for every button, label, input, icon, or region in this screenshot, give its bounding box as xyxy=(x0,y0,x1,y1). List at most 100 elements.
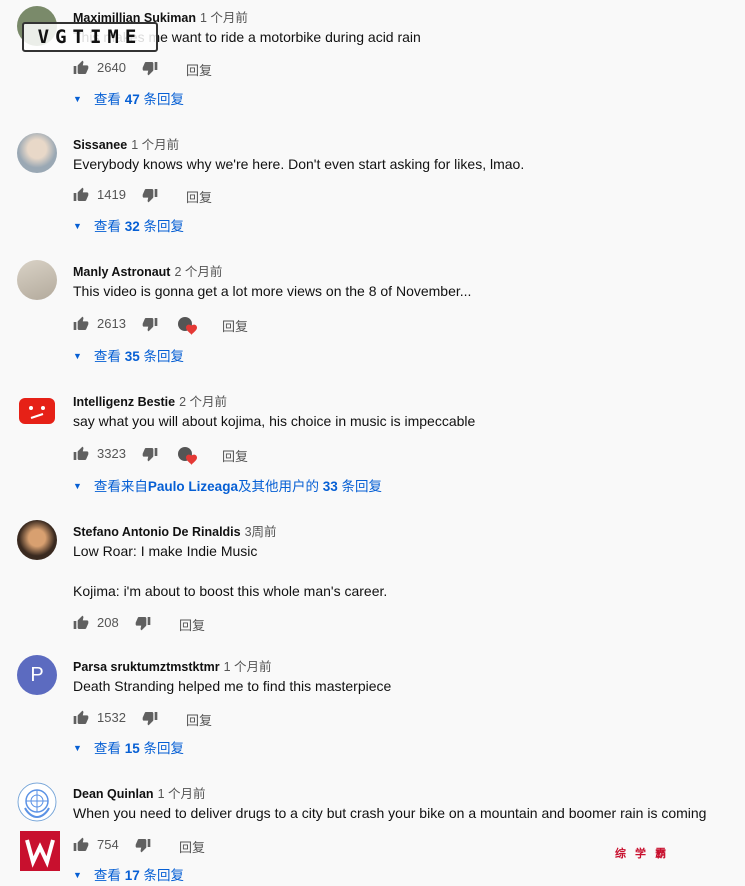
avatar[interactable]: P xyxy=(17,655,57,695)
comment-time[interactable]: 3周前 xyxy=(245,525,277,539)
caret-down-icon: ▼ xyxy=(73,743,82,753)
caret-down-icon: ▼ xyxy=(73,870,82,880)
avatar[interactable] xyxy=(17,260,57,300)
comment-time[interactable]: 1 个月前 xyxy=(158,787,206,801)
comment-actions: 1419 回复 xyxy=(73,187,673,207)
reply-button[interactable]: 回复 xyxy=(186,187,212,206)
thumbs-up-icon xyxy=(73,316,89,330)
w-logo-icon xyxy=(25,839,55,868)
comment-text: When you need to deliver drugs to a city… xyxy=(73,805,707,821)
thumbs-down-icon xyxy=(142,448,158,462)
like-count: 2640 xyxy=(97,60,126,75)
comment-actions: 754 回复 xyxy=(73,837,673,857)
comment-text: This video is gonna get a lot more views… xyxy=(73,283,472,299)
like-count: 208 xyxy=(97,615,119,630)
comment-actions: 208 回复 xyxy=(73,615,673,635)
dislike-button[interactable] xyxy=(135,837,151,853)
like-button[interactable] xyxy=(73,316,89,332)
reply-button[interactable]: 回复 xyxy=(179,837,205,856)
author-name[interactable]: Parsa sruktumztmstktmr xyxy=(73,660,220,674)
thumbs-up-icon xyxy=(73,837,89,851)
avatar[interactable] xyxy=(17,390,57,430)
thumbs-down-icon xyxy=(135,617,151,631)
view-replies-button[interactable]: ▼ 查看来自Paulo Lizeaga及其他用户的 33 条回复 xyxy=(73,475,382,495)
creator-heart-icon xyxy=(178,447,197,465)
author-name[interactable]: Sissanee xyxy=(73,138,127,152)
comment-time[interactable]: 2 个月前 xyxy=(179,395,227,409)
comment-text: say what you will about kojima, his choi… xyxy=(73,413,476,429)
comment-text-line-2: Kojima: i'm about to boost this whole ma… xyxy=(73,583,388,599)
comment-header: Parsa sruktumztmstktmr 1 个月前 xyxy=(73,656,272,675)
like-button[interactable] xyxy=(73,710,89,726)
author-name[interactable]: Dean Quinlan xyxy=(73,787,154,801)
dislike-button[interactable] xyxy=(135,615,151,631)
reply-button[interactable]: 回复 xyxy=(179,615,205,634)
comment-text: Death Stranding helped me to find this m… xyxy=(73,678,392,694)
caret-down-icon: ▼ xyxy=(73,481,82,491)
comment-actions: 1532 回复 xyxy=(73,710,673,730)
like-button[interactable] xyxy=(73,615,89,631)
creator-heart xyxy=(177,316,199,336)
caret-down-icon: ▼ xyxy=(73,94,82,104)
vgtime-watermark: VGTIME xyxy=(22,22,158,52)
comment-header: Dean Quinlan 1 个月前 xyxy=(73,783,206,802)
creator-heart-icon xyxy=(178,317,197,335)
like-count: 1419 xyxy=(97,187,126,202)
avatar-initial: P xyxy=(30,664,44,686)
watermark-logo xyxy=(20,831,60,871)
like-button[interactable] xyxy=(73,187,89,203)
dislike-button[interactable] xyxy=(142,446,158,462)
author-name[interactable]: Stefano Antonio De Rinaldis xyxy=(73,525,241,539)
thumbs-up-icon xyxy=(73,60,89,74)
thumbs-up-icon xyxy=(73,710,89,724)
dislike-button[interactable] xyxy=(142,187,158,203)
avatar[interactable] xyxy=(17,520,57,560)
comment-actions: 2613 回复 xyxy=(73,316,673,336)
caret-down-icon: ▼ xyxy=(73,351,82,361)
like-button[interactable] xyxy=(73,60,89,76)
author-name[interactable]: Intelligenz Bestie xyxy=(73,395,175,409)
thumbs-down-icon xyxy=(142,318,158,332)
comment-header: Manly Astronaut 2 个月前 xyxy=(73,261,222,280)
like-count: 1532 xyxy=(97,710,126,725)
like-count: 2613 xyxy=(97,316,126,331)
youtube-sad-icon xyxy=(19,398,55,424)
comment-time[interactable]: 1 个月前 xyxy=(131,138,179,152)
reply-button[interactable]: 回复 xyxy=(186,60,212,79)
author-name[interactable]: Manly Astronaut xyxy=(73,265,170,279)
comment-header: Intelligenz Bestie 2 个月前 xyxy=(73,391,227,410)
view-replies-button[interactable]: ▼ 查看 35 条回复 xyxy=(73,345,184,365)
comment-time[interactable]: 1 个月前 xyxy=(200,11,248,25)
dislike-button[interactable] xyxy=(142,316,158,332)
like-button[interactable] xyxy=(73,446,89,462)
caret-down-icon: ▼ xyxy=(73,221,82,231)
comment-text: Low Roar: I make Indie Music xyxy=(73,543,258,559)
reply-button[interactable]: 回复 xyxy=(222,446,248,465)
view-replies-button[interactable]: ▼ 查看 17 条回复 xyxy=(73,864,184,884)
avatar[interactable] xyxy=(17,133,57,173)
thumbs-up-icon xyxy=(73,446,89,460)
reply-button[interactable]: 回复 xyxy=(222,316,248,335)
like-button[interactable] xyxy=(73,837,89,853)
view-replies-button[interactable]: ▼ 查看 32 条回复 xyxy=(73,215,184,235)
dislike-button[interactable] xyxy=(142,710,158,726)
comment-actions: 2640 回复 xyxy=(73,60,673,80)
comment-time[interactable]: 2 个月前 xyxy=(174,265,222,279)
un-emblem-icon xyxy=(17,782,57,822)
dislike-button[interactable] xyxy=(142,60,158,76)
thumbs-up-icon xyxy=(73,615,89,629)
like-count: 754 xyxy=(97,837,119,852)
thumbs-down-icon xyxy=(142,189,158,203)
reply-button[interactable]: 回复 xyxy=(186,710,212,729)
watermark-text: 综 学 霸 xyxy=(615,848,670,860)
view-replies-button[interactable]: ▼ 查看 15 条回复 xyxy=(73,737,184,757)
avatar[interactable] xyxy=(17,782,57,822)
creator-heart xyxy=(177,446,199,466)
thumbs-down-icon xyxy=(135,839,151,853)
comment-header: Stefano Antonio De Rinaldis 3周前 xyxy=(73,521,277,540)
like-count: 3323 xyxy=(97,446,126,461)
view-replies-button[interactable]: ▼ 查看 47 条回复 xyxy=(73,88,184,108)
comment-header: Sissanee 1 个月前 xyxy=(73,134,179,153)
comment-actions: 3323 回复 xyxy=(73,446,673,466)
comment-time[interactable]: 1 个月前 xyxy=(224,660,272,674)
